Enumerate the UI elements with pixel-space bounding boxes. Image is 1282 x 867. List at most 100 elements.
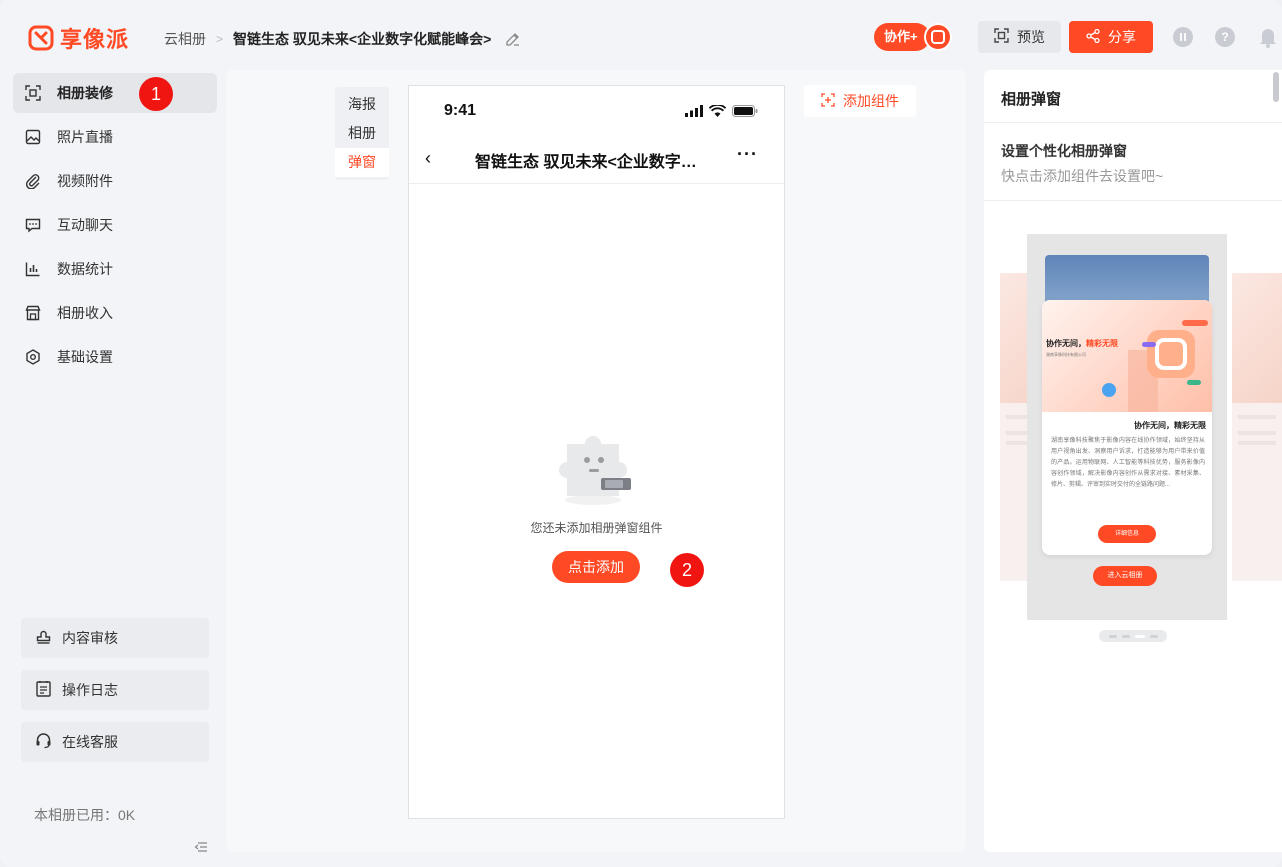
logo-text: 享像派 <box>60 27 130 52</box>
stamp-icon <box>35 628 52 648</box>
popup-style-carousel[interactable]: 协作无间，精彩无限 湖南享像科技有限公司 协作无间，精彩无限 湖南享像科技聚焦于… <box>1000 234 1282 654</box>
divider <box>984 200 1282 201</box>
card-thumbnail <box>1232 273 1282 403</box>
panel-title: 相册弹窗 <box>1001 91 1062 108</box>
popup-title: 协作无间，精彩无限 <box>1134 421 1206 430</box>
add-component-button[interactable]: 添加组件 <box>804 85 916 117</box>
collapse-icon[interactable] <box>194 839 207 852</box>
click-add-button[interactable]: 点击添加 <box>552 551 640 583</box>
online-support-label: 在线客服 <box>62 734 118 750</box>
sidebar-item-label: 互动聊天 <box>57 217 113 233</box>
enter-album-button: 进入云相册 <box>1093 566 1157 586</box>
sidebar-item-chat[interactable]: 互动聊天 <box>13 205 217 245</box>
carousel-dot[interactable] <box>1121 634 1130 638</box>
carousel-card-next[interactable] <box>1232 273 1282 581</box>
scan-frame-icon <box>25 85 41 101</box>
headset-icon <box>35 732 52 752</box>
banner-title: 协作无间，精彩无限 <box>1046 339 1118 348</box>
logo-icon <box>28 25 54 51</box>
divider <box>984 122 1282 123</box>
puzzle-empty-icon <box>557 422 637 512</box>
preview-label: 预览 <box>1017 29 1045 45</box>
sidebar: 相册装修 1 照片直播 视频附件 互动聊天 数据统计 相册收入 基础设置 内容审… <box>0 72 226 867</box>
battery-icon <box>732 104 758 122</box>
detail-button: 详细信息 <box>1098 525 1156 543</box>
bell-icon[interactable] <box>1258 26 1278 53</box>
empty-state-text: 您还未添加相册弹窗组件 <box>530 521 663 535</box>
collab-avatar-icon[interactable] <box>923 23 952 51</box>
operation-log-label: 操作日志 <box>62 682 118 698</box>
card-line <box>1238 415 1276 419</box>
chat-icon <box>25 217 41 233</box>
sidebar-item-statistics[interactable]: 数据统计 <box>13 249 217 289</box>
popup-settings-panel: 相册弹窗 设置个性化相册弹窗 快点击添加组件去设置吧~ 协作无间，精彩无限 湖南… <box>984 70 1282 852</box>
top-header: 享像派 云相册 > 智链生态 驭见未来<企业数字化赋能峰会> 协作+ 预览 分享… <box>0 0 1282 72</box>
collab-plus-button[interactable]: 协作+ <box>874 23 930 51</box>
status-time: 9:41 <box>444 102 477 119</box>
content-review-label: 内容审核 <box>62 630 118 646</box>
scan-icon <box>994 28 1009 46</box>
scrollbar[interactable] <box>1273 72 1279 102</box>
sidebar-item-label: 数据统计 <box>57 261 113 277</box>
popup-body: 湖南享像科技聚焦于影像内容在线协作领域，始终坚持从用户视角出发、洞察用户诉求，打… <box>1051 438 1205 488</box>
image-icon <box>25 129 41 145</box>
phone-navbar: ‹ 智链生态 驭见未来<企业数字化赋能峰会> ··· <box>409 134 784 184</box>
breadcrumb-separator: > <box>216 32 224 46</box>
card-line <box>1238 431 1276 435</box>
sidebar-item-photo-live[interactable]: 照片直播 <box>13 117 217 157</box>
online-support-button[interactable]: 在线客服 <box>21 722 209 762</box>
preview-button[interactable]: 预览 <box>978 21 1061 53</box>
sidebar-item-label: 视频附件 <box>57 173 113 189</box>
content-review-button[interactable]: 内容审核 <box>21 618 209 658</box>
sidebar-item-income[interactable]: 相册收入 <box>13 293 217 333</box>
panel-hint: 快点击添加组件去设置吧~ <box>1001 168 1164 184</box>
popup-preview: 协作无间，精彩无限 湖南享像科技有限公司 协作无间，精彩无限 湖南享像科技聚焦于… <box>1042 300 1212 555</box>
brand-logo[interactable]: 享像派 <box>28 22 129 54</box>
share-button[interactable]: 分享 <box>1069 21 1153 53</box>
panel-subtitle: 设置个性化相册弹窗 <box>1001 143 1127 159</box>
carousel-dot[interactable] <box>1108 634 1117 638</box>
sidebar-item-label: 相册装修 <box>57 85 113 101</box>
phone-preview: 9:41 ‹ 智链生态 驭见未来<企业数字化赋能峰会> ··· <box>408 85 785 819</box>
wifi-icon <box>708 104 727 122</box>
sidebar-item-video-attachment[interactable]: 视频附件 <box>13 161 217 201</box>
tab-poster[interactable]: 海报 <box>335 90 389 119</box>
status-icons <box>685 104 758 122</box>
operation-log-button[interactable]: 操作日志 <box>21 670 209 710</box>
popup-banner: 协作无间，精彩无限 湖南享像科技有限公司 <box>1042 300 1212 412</box>
editor-tabs: 海报 相册 弹窗 <box>335 87 389 180</box>
back-icon[interactable]: ‹ <box>425 148 431 169</box>
collab-group[interactable]: 协作+ <box>874 23 952 51</box>
breadcrumb-root[interactable]: 云相册 <box>164 29 206 49</box>
tab-popup[interactable]: 弹窗 <box>335 148 389 177</box>
add-component-label: 添加组件 <box>843 93 899 109</box>
tab-album[interactable]: 相册 <box>335 119 389 148</box>
carousel-indicator[interactable] <box>1099 630 1167 642</box>
carousel-card-active[interactable]: 协作无间，精彩无限 湖南享像科技有限公司 协作无间，精彩无限 湖南享像科技聚焦于… <box>1027 234 1227 620</box>
log-icon <box>35 680 52 700</box>
annotation-badge-2: 2 <box>670 553 704 587</box>
app-window: 享像派 云相册 > 智链生态 驭见未来<企业数字化赋能峰会> 协作+ 预览 分享… <box>0 0 1282 867</box>
carousel-dot[interactable] <box>1149 634 1158 638</box>
share-icon <box>1086 28 1100 46</box>
carousel-dot-active[interactable] <box>1134 634 1145 638</box>
edit-icon[interactable] <box>505 31 521 47</box>
paperclip-icon <box>25 173 41 190</box>
shop-icon <box>25 305 41 321</box>
card-line <box>1238 441 1276 445</box>
notice-icon[interactable] <box>1173 27 1193 47</box>
phone-page-title: 智链生态 驭见未来<企业数字化赋能峰会> <box>475 154 700 171</box>
annotation-badge-1: 1 <box>139 77 173 111</box>
bar-chart-icon <box>25 261 41 277</box>
sidebar-item-settings[interactable]: 基础设置 <box>13 337 217 377</box>
album-title: 智链生态 驭见未来<企业数字化赋能峰会> <box>233 31 492 47</box>
add-square-icon <box>821 92 835 110</box>
sidebar-item-label: 相册收入 <box>57 305 113 321</box>
share-label: 分享 <box>1108 29 1136 45</box>
more-icon[interactable]: ··· <box>737 144 758 165</box>
help-icon[interactable]: ? <box>1215 27 1235 47</box>
album-usage: 本相册已用：0K <box>34 807 136 823</box>
sidebar-item-album-decoration[interactable]: 相册装修 <box>13 73 217 113</box>
banner-subtitle: 湖南享像科技有限公司 <box>1046 352 1086 357</box>
breadcrumb: 云相册 > 智链生态 驭见未来<企业数字化赋能峰会> <box>164 29 521 49</box>
